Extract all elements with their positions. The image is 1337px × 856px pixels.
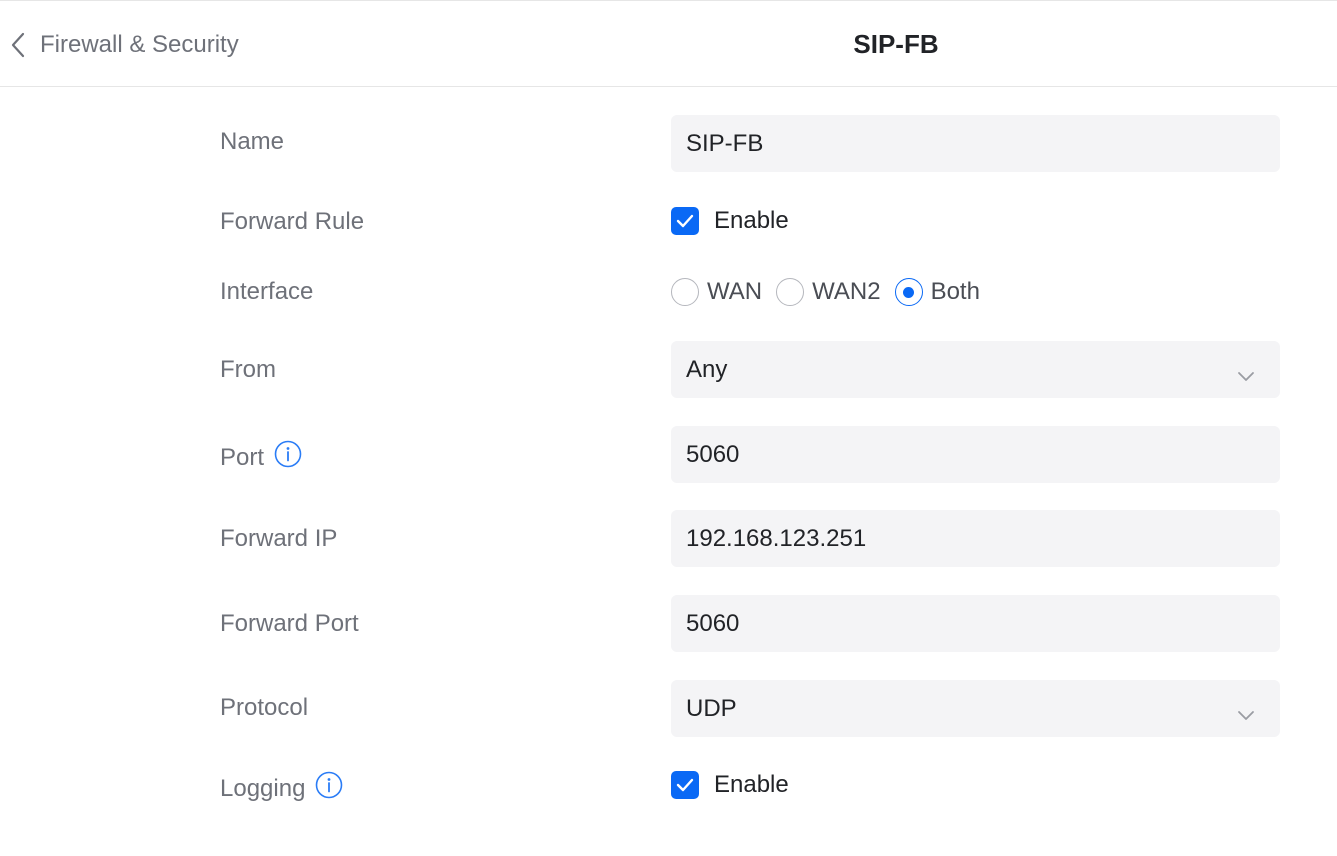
interface-option-wan2[interactable]: WAN2 — [776, 278, 881, 306]
logging-toggle[interactable]: Enable — [671, 771, 789, 799]
radio-both[interactable] — [894, 278, 923, 306]
interface-option-both[interactable]: Both — [894, 278, 980, 306]
logging-checkbox[interactable] — [671, 771, 699, 799]
protocol-label: Protocol — [220, 694, 309, 721]
logging-label-wrap: Logging — [220, 771, 343, 806]
forward-port-input[interactable]: 5060 — [671, 595, 1280, 652]
forward-rule-enable-label: Enable — [714, 207, 789, 234]
port-input[interactable]: 5060 — [671, 426, 1280, 483]
page-header: Firewall & Security SIP-FB — [0, 0, 1337, 87]
forward-ip-label: Forward IP — [220, 525, 338, 552]
radio-selected-dot — [903, 286, 915, 298]
forward-port-value: 5060 — [686, 609, 740, 637]
forward-ip-value: 192.168.123.251 — [686, 524, 867, 552]
from-label: From — [220, 356, 276, 383]
checkmark-icon — [676, 778, 694, 792]
radio-wan[interactable] — [671, 278, 699, 306]
name-input[interactable]: SIP-FB — [671, 115, 1280, 172]
forward-rule-label: Forward Rule — [220, 208, 365, 235]
chevron-down-icon — [1237, 700, 1255, 728]
page-title: SIP-FB — [853, 29, 939, 59]
radio-wan2[interactable] — [776, 278, 805, 306]
logging-enable-label: Enable — [714, 771, 789, 798]
forward-ip-input[interactable]: 192.168.123.251 — [671, 510, 1280, 567]
port-forward-edit-page: Firewall & Security SIP-FB Name SIP-FB F… — [0, 0, 1337, 856]
from-select[interactable]: Any — [671, 341, 1280, 398]
name-value: SIP-FB — [686, 129, 764, 157]
from-value: Any — [686, 355, 728, 383]
chevron-down-icon — [1237, 361, 1255, 389]
interface-option-wan[interactable]: WAN — [671, 278, 762, 306]
info-icon[interactable] — [315, 771, 343, 806]
protocol-select[interactable]: UDP — [671, 680, 1280, 737]
logging-label: Logging — [220, 774, 306, 802]
radio-both-label: Both — [930, 278, 980, 305]
interface-radio-group: WAN WAN2 Both — [671, 278, 994, 306]
port-label-wrap: Port — [220, 440, 302, 475]
radio-wan2-label: WAN2 — [812, 278, 881, 305]
name-label: Name — [220, 128, 285, 155]
forward-port-label: Forward Port — [220, 610, 359, 637]
forward-rule-toggle[interactable]: Enable — [671, 207, 789, 235]
interface-label: Interface — [220, 278, 314, 305]
forward-rule-checkbox[interactable] — [671, 207, 699, 235]
protocol-value: UDP — [686, 694, 737, 722]
port-value: 5060 — [686, 440, 740, 468]
checkmark-icon — [676, 214, 694, 228]
radio-wan-label: WAN — [707, 278, 763, 305]
info-icon[interactable] — [274, 440, 302, 475]
port-label: Port — [220, 443, 265, 471]
